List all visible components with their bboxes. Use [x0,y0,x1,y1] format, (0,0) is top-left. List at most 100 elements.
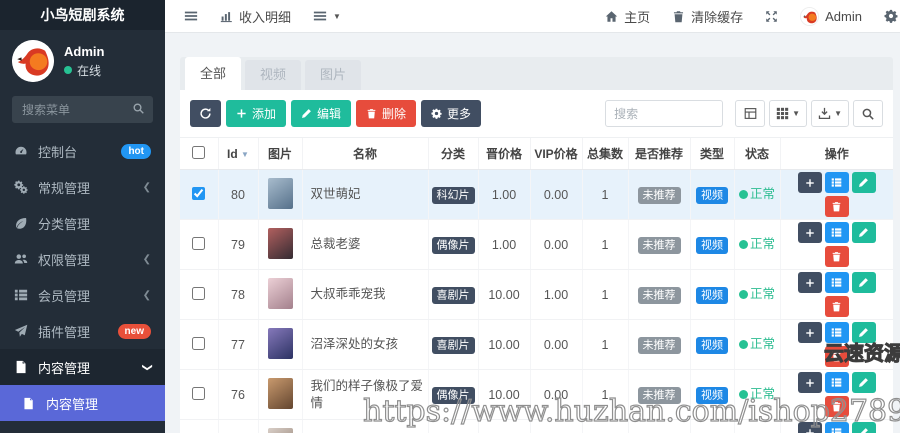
recommend-badge[interactable]: 未推荐 [637,187,681,204]
row-add-button[interactable] [797,172,822,193]
row-delete-button[interactable] [824,346,849,367]
sidebar-subitem-内容管理[interactable]: 内容管理 [0,385,165,421]
poster-thumbnail[interactable] [267,177,293,209]
row-name: 双世萌妃 [301,169,428,220]
row-add-button[interactable] [797,322,822,343]
row-detail-button[interactable] [824,272,849,293]
row-edit-button[interactable] [851,272,876,293]
sidebar: 小鸟短剧系统 Admin 在线 控制台hot常规管理❮分类管理权限管理❮会员管理… [0,0,165,433]
home-icon [605,10,618,23]
poster-thumbnail[interactable] [267,377,293,409]
sidebar-item-label: 常规管理 [38,180,91,196]
row-add-button[interactable] [797,272,822,293]
refresh-button[interactable] [190,100,221,127]
search-submit-button[interactable] [853,100,883,127]
row-add-button[interactable] [797,372,822,393]
row-thumbnail-cell[interactable] [257,169,302,220]
row-detail-button[interactable] [824,222,849,243]
row-checkbox[interactable] [192,386,206,400]
columns-button[interactable]: ▼ [769,100,808,127]
row-thumbnail-cell[interactable] [257,219,302,270]
row-detail-button[interactable] [824,322,849,343]
column-header-总集数[interactable]: 总集数 [581,137,628,170]
more-button[interactable]: 更多 [421,100,482,127]
row-delete-button[interactable] [824,396,849,417]
recommend-badge[interactable]: 未推荐 [637,337,681,354]
row-checkbox[interactable] [192,336,206,350]
poster-thumbnail[interactable] [267,277,293,309]
sidebar-toggle-button[interactable] [173,0,209,32]
type-badge: 视频 [696,387,728,404]
sidebar-search [12,96,153,123]
column-header-晋价格[interactable]: 晋价格 [477,137,530,170]
sidebar-subitem-label: 内容管理 [46,396,99,412]
sidebar-item-控制台[interactable]: 控制台 hot [0,133,165,169]
chevron-left-icon: ❮ [142,253,151,265]
sidebar-item-插件管理[interactable]: 插件管理 new [0,313,165,349]
column-header-操作[interactable]: 操作 [779,137,893,170]
poster-thumbnail[interactable] [267,327,293,359]
row-thumbnail-cell[interactable] [257,419,302,433]
poster-thumbnail[interactable] [267,227,293,259]
row-delete-button[interactable] [824,196,849,217]
select-all-checkbox-cell [180,137,218,170]
row-episodes: 1 [581,319,628,370]
fullscreen-button[interactable] [754,0,789,32]
tab-bar: 全部 视频 图片 [180,57,893,90]
recommend-badge[interactable]: 未推荐 [637,237,681,254]
poster-thumbnail[interactable] [267,427,293,433]
row-checkbox[interactable] [192,236,206,250]
row-id: 76 [217,369,258,420]
nav-more-dropdown[interactable]: ▼ [302,0,352,32]
sidebar-item-内容管理[interactable]: 内容管理 ❯ [0,349,165,385]
export-button[interactable]: ▼ [811,100,849,127]
row-checkbox[interactable] [192,186,206,200]
nav-item-收入明细[interactable]: 收入明细 [209,0,302,32]
recommend-badge[interactable]: 未推荐 [637,387,681,404]
column-header-是否推荐[interactable]: 是否推荐 [627,137,690,170]
column-header-VIP价格[interactable]: VIP价格 [529,137,582,170]
delete-button[interactable]: 删除 [356,100,417,127]
column-header-Id[interactable]: Id ▼ [217,137,258,170]
row-edit-button[interactable] [851,422,876,433]
tab-图片[interactable]: 图片 [305,60,362,90]
row-thumbnail-cell[interactable] [257,269,302,320]
table-search-input[interactable] [605,100,724,127]
nav-item-分类管理[interactable]: 分类管理 [209,33,302,34]
sidebar-item-常规管理[interactable]: 常规管理 ❮ [0,169,165,205]
row-edit-button[interactable] [851,172,876,193]
nav-item-主页[interactable]: 主页 [594,0,661,32]
select-all-checkbox[interactable] [192,145,206,159]
row-edit-button[interactable] [851,222,876,243]
tab-视频[interactable]: 视频 [245,60,302,90]
row-edit-button[interactable] [851,372,876,393]
column-header-名称[interactable]: 名称 [301,137,428,170]
row-detail-button[interactable] [824,372,849,393]
column-header-图片[interactable]: 图片 [257,137,302,170]
row-thumbnail-cell[interactable] [257,319,302,370]
row-delete-button[interactable] [824,296,849,317]
add-button[interactable]: 添加 [226,100,287,127]
tab-全部[interactable]: 全部 [185,57,242,90]
column-header-状态[interactable]: 状态 [733,137,780,170]
nav-item-清除缓存[interactable]: 清除缓存 [661,0,754,32]
row-detail-button[interactable] [824,172,849,193]
settings-button[interactable] [873,0,900,32]
sidebar-item-分类管理[interactable]: 分类管理 [0,205,165,241]
toggle-view-button[interactable] [735,100,766,127]
row-checkbox[interactable] [192,286,206,300]
row-add-button[interactable] [797,422,822,433]
row-delete-button[interactable] [824,246,849,267]
row-edit-button[interactable] [851,322,876,343]
recommend-badge[interactable]: 未推荐 [637,287,681,304]
sidebar-item-会员管理[interactable]: 会员管理 ❮ [0,277,165,313]
row-add-button[interactable] [797,222,822,243]
column-header-类型[interactable]: 类型 [689,137,734,170]
edit-button[interactable]: 编辑 [291,100,352,127]
column-header-分类[interactable]: 分类 [427,137,478,170]
navbar-user[interactable]: Admin [789,0,873,32]
row-thumbnail-cell[interactable] [257,369,302,420]
row-name: 总裁老婆 [301,219,428,270]
row-detail-button[interactable] [824,422,849,433]
sidebar-item-权限管理[interactable]: 权限管理 ❮ [0,241,165,277]
